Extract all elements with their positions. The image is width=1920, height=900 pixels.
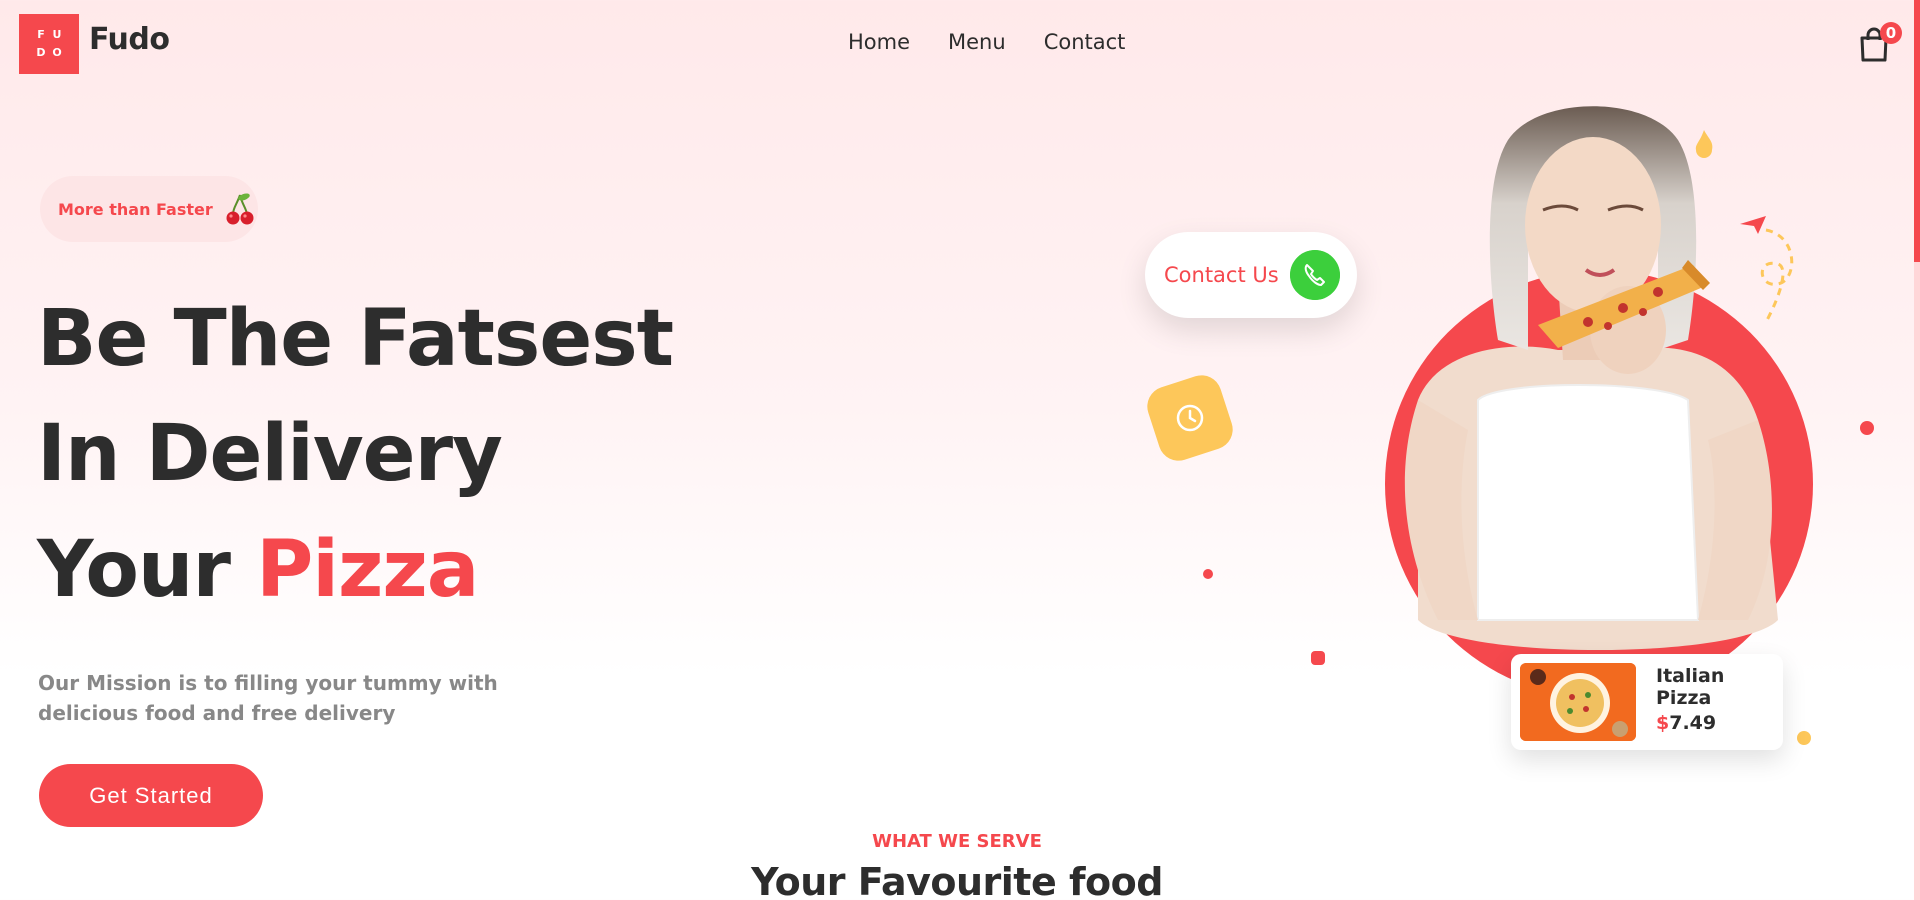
get-started-button[interactable]: Get Started	[39, 764, 263, 827]
clock-icon	[1176, 404, 1204, 432]
logo-letter: D	[36, 46, 46, 59]
decor-dot	[1311, 651, 1325, 665]
tagline-text: More than Faster	[58, 199, 213, 219]
contact-us-button[interactable]: Contact Us	[1145, 232, 1357, 318]
woman-eating-pizza-image	[1404, 106, 1778, 650]
brand-name[interactable]: Fudo	[89, 22, 170, 57]
nav-item-menu[interactable]: Menu	[948, 30, 1006, 54]
decor-dot	[1797, 731, 1811, 745]
phone-icon[interactable]	[1290, 250, 1340, 300]
cherries-icon	[226, 193, 254, 225]
contact-us-label: Contact Us	[1164, 263, 1279, 287]
product-title: Italian Pizza	[1656, 665, 1725, 709]
logo-letter: F	[37, 28, 45, 41]
product-card[interactable]: Italian Pizza $7.49	[1511, 654, 1783, 750]
main-nav: Home Menu Contact	[848, 30, 1125, 54]
price-currency: $	[1656, 712, 1670, 734]
pizza-thumbnail-image	[1520, 663, 1636, 741]
decor-dot	[1860, 421, 1874, 435]
logo-mark[interactable]: F U D O	[19, 14, 79, 74]
nav-item-home[interactable]: Home	[848, 30, 910, 54]
cart-count-badge: 0	[1880, 22, 1902, 44]
hero-headline-line3: Your Pizza	[37, 531, 479, 609]
tagline-pill: More than Faster	[40, 176, 258, 242]
product-price: $7.49	[1656, 712, 1716, 734]
mission-text: Our Mission is to filling your tummy wit…	[38, 671, 498, 725]
headline-accent: Pizza	[256, 525, 479, 615]
hero-headline-line2: In Delivery	[37, 409, 503, 499]
logo-letter: O	[52, 46, 62, 59]
clock-badge	[1142, 370, 1238, 466]
section-title: Your Favourite food	[751, 860, 1163, 900]
headline-prefix: Your	[37, 525, 231, 615]
section-eyebrow: WHAT WE SERVE	[872, 831, 1042, 852]
hero-headline-line1: Be The Fatsest	[37, 294, 674, 384]
logo-letter: U	[52, 28, 62, 41]
nav-item-contact[interactable]: Contact	[1044, 30, 1126, 54]
scrollbar-thumb[interactable]	[1914, 0, 1920, 262]
price-value: 7.49	[1669, 712, 1717, 734]
decor-dot	[1203, 569, 1213, 579]
